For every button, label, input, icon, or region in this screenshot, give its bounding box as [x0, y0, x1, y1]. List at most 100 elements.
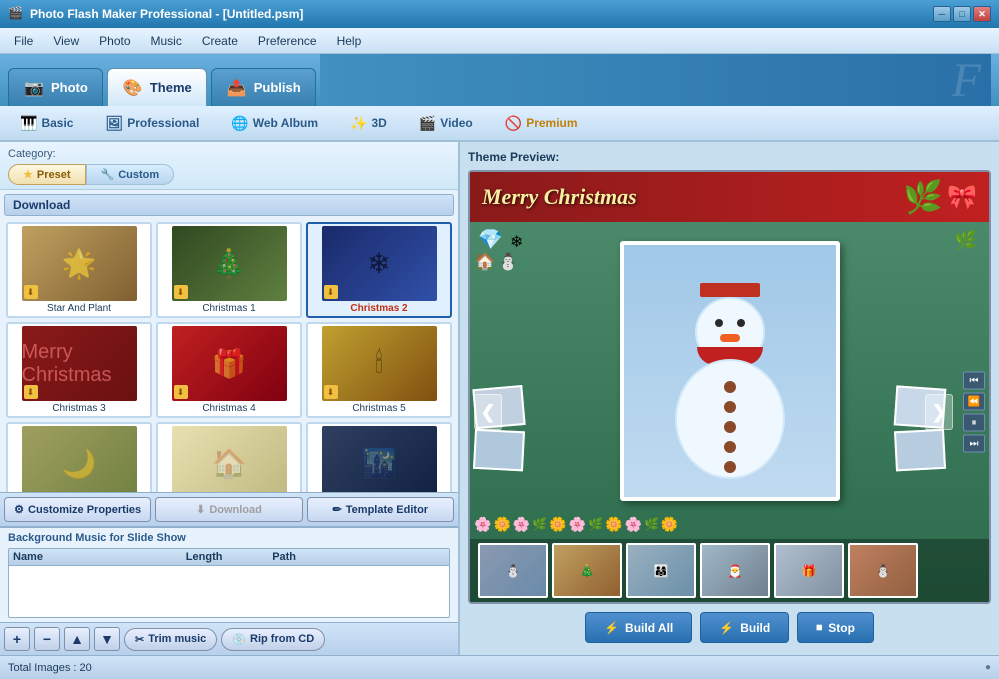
thumb-1: ⛄ [478, 543, 548, 598]
subtab-basic[interactable]: 🎹 Basic [8, 111, 85, 136]
toolbar-tabs: 📷 Photo 🎨 Theme 📤 Publish F [0, 54, 999, 106]
subtab-professional[interactable]: 🖼 Professional [93, 111, 211, 136]
download-badge-xmas4: ⬇ [174, 385, 188, 399]
xmas-preview: Merry Christmas 🌿 🎀 💎 ❄ 🌿 🏠 ⛄ [470, 172, 989, 602]
theme-item-xmas2[interactable]: ⬇ ❄ Christmas 2 [306, 222, 452, 318]
build-button[interactable]: ⚡ Build [700, 612, 789, 643]
menu-file[interactable]: File [4, 31, 43, 51]
category-label: Category: [8, 148, 450, 160]
col-path: Path [272, 551, 445, 563]
add-music-button[interactable]: + [4, 627, 30, 651]
theme-label-xmas3: Christmas 3 [52, 403, 105, 414]
thumb-2: 🎄 [552, 543, 622, 598]
theme-thumb-xmas3: ⬇ Merry Christmas [22, 326, 137, 401]
premium-label: Premium [526, 116, 577, 130]
move-up-button[interactable]: ▲ [64, 627, 90, 651]
build-all-button[interactable]: ⚡ Build All [585, 612, 692, 643]
theme-tab-label: Theme [150, 80, 192, 95]
theme-thumb-xmas2: ⬇ ❄ [322, 226, 437, 301]
titlebar: 🎬 Photo Flash Maker Professional - [Unti… [0, 0, 999, 28]
basic-label: Basic [41, 116, 73, 130]
menu-photo[interactable]: Photo [89, 31, 140, 51]
music-header: Background Music for Slide Show [8, 532, 450, 544]
custom-tab[interactable]: 🔧 Custom [86, 164, 175, 185]
download-badge-xmas1: ⬇ [174, 285, 188, 299]
tab-photo[interactable]: 📷 Photo [8, 68, 103, 106]
menu-music[interactable]: Music [141, 31, 192, 51]
close-button[interactable]: ✕ [973, 6, 991, 22]
move-down-button[interactable]: ▼ [94, 627, 120, 651]
web-album-icon: 🌐 [231, 115, 248, 132]
stop-icon: ⏹ [816, 620, 822, 635]
download-button[interactable]: ⬇ Download [155, 497, 302, 522]
panel-header: Category: ★ Preset 🔧 Custom [0, 142, 458, 190]
nav-left-button[interactable]: ❮ [474, 394, 502, 430]
subtab-premium[interactable]: 🚫 Premium [493, 111, 590, 136]
theme-grid: ⬇ 🌟 Star And Plant ⬇ 🎄 Christmas 1 [4, 220, 454, 492]
menu-preference[interactable]: Preference [248, 31, 327, 51]
subtab-video[interactable]: 🎬 Video [407, 111, 485, 136]
thumb-6: ⛄ [848, 543, 918, 598]
menubar: File View Photo Music Create Preference … [0, 28, 999, 54]
subtab-web-album[interactable]: 🌐 Web Album [219, 111, 330, 136]
subtab-3d[interactable]: ✨ 3D [338, 111, 399, 136]
menu-help[interactable]: Help [327, 31, 372, 51]
music-table-header: Name Length Path [9, 549, 449, 566]
playback-controls: ⏮ ⏪ ⏸ ⏭ [963, 372, 985, 453]
xmas-decoration: 🌿 🎀 [903, 178, 977, 216]
prev-button[interactable]: ⏪ [963, 393, 985, 411]
theme-item-xmas5[interactable]: ⬇ 🕯 Christmas 5 [306, 322, 452, 418]
customize-icon: ⚙ [14, 503, 24, 516]
music-controls: + − ▲ ▼ ✂ Trim music 💿 Rip from CD [0, 622, 458, 655]
stop-button[interactable]: ⏹ Stop [797, 612, 874, 643]
pause-button[interactable]: ⏸ [963, 414, 985, 432]
xmas-header: Merry Christmas 🌿 🎀 [470, 172, 989, 222]
template-editor-button[interactable]: ✏ Template Editor [307, 497, 454, 522]
xmas-title: Merry Christmas [482, 184, 637, 210]
trim-music-button[interactable]: ✂ Trim music [124, 628, 217, 651]
left-panel: Category: ★ Preset 🔧 Custom Download ⬇ [0, 142, 460, 655]
remove-music-button[interactable]: − [34, 627, 60, 651]
nav-right-button[interactable]: ❯ [925, 394, 953, 430]
theme-item-xmas1[interactable]: ⬇ 🎄 Christmas 1 [156, 222, 302, 318]
theme-label-xmas2: Christmas 2 [350, 303, 407, 314]
toolbar-decoration: F [320, 54, 991, 106]
rip-cd-button[interactable]: 💿 Rip from CD [221, 628, 325, 651]
theme-item-xmas4[interactable]: ⬇ 🎁 Christmas 4 [156, 322, 302, 418]
customize-properties-button[interactable]: ⚙ Customize Properties [4, 497, 151, 522]
window-controls: ─ □ ✕ [933, 6, 991, 22]
menu-view[interactable]: View [43, 31, 89, 51]
maximize-button[interactable]: □ [953, 6, 971, 22]
theme-item-xmas3[interactable]: ⬇ Merry Christmas Christmas 3 [6, 322, 152, 418]
theme-thumb-star: ⬇ 🌟 [22, 226, 137, 301]
preset-tab[interactable]: ★ Preset [8, 164, 86, 185]
3d-label: 3D [372, 116, 387, 130]
tab-theme[interactable]: 🎨 Theme [107, 68, 207, 106]
rip-label: Rip from CD [250, 633, 314, 645]
tab-publish[interactable]: 📤 Publish [211, 68, 316, 106]
menu-create[interactable]: Create [192, 31, 248, 51]
theme-item-row7[interactable]: 🏠 Christmas 7 [156, 422, 302, 492]
thumbnail-row: ⛄ 🎄 👨‍👩‍👧 🎅 🎁 ⛄ [470, 539, 989, 602]
theme-scroll-area[interactable]: Download ⬇ 🌟 Star And Plant ⬇ 🎄 [0, 190, 458, 492]
theme-thumb-xmas4: ⬇ 🎁 [172, 326, 287, 401]
customize-label: Customize Properties [28, 504, 141, 516]
skip-back-button[interactable]: ⏮ [963, 372, 985, 390]
app-icon: 🎬 [8, 6, 24, 22]
skip-forward-button[interactable]: ⏭ [963, 435, 985, 453]
theme-item-star-plant[interactable]: ⬇ 🌟 Star And Plant [6, 222, 152, 318]
total-images-label: Total Images : 20 [8, 662, 92, 674]
publish-tab-label: Publish [254, 80, 301, 95]
photo-tab-icon: 📷 [23, 77, 45, 99]
theme-label-xmas4: Christmas 4 [202, 403, 255, 414]
theme-item-row6[interactable]: 🌙 Christmas 6 [6, 422, 152, 492]
download-badge: ⬇ [24, 285, 38, 299]
web-album-label: Web Album [253, 116, 318, 130]
bottom-decoration: 🌸🌼🌸🌿🌼🌸🌿🌼🌸🌿🌼 [470, 514, 949, 534]
premium-icon: 🚫 [505, 115, 522, 132]
theme-thumb-row7: 🏠 [172, 426, 287, 492]
3d-icon: ✨ [350, 115, 367, 132]
minimize-button[interactable]: ─ [933, 6, 951, 22]
theme-item-row8[interactable]: 🌃 Christmas 8 [306, 422, 452, 492]
download-section-header: Download [4, 194, 454, 216]
